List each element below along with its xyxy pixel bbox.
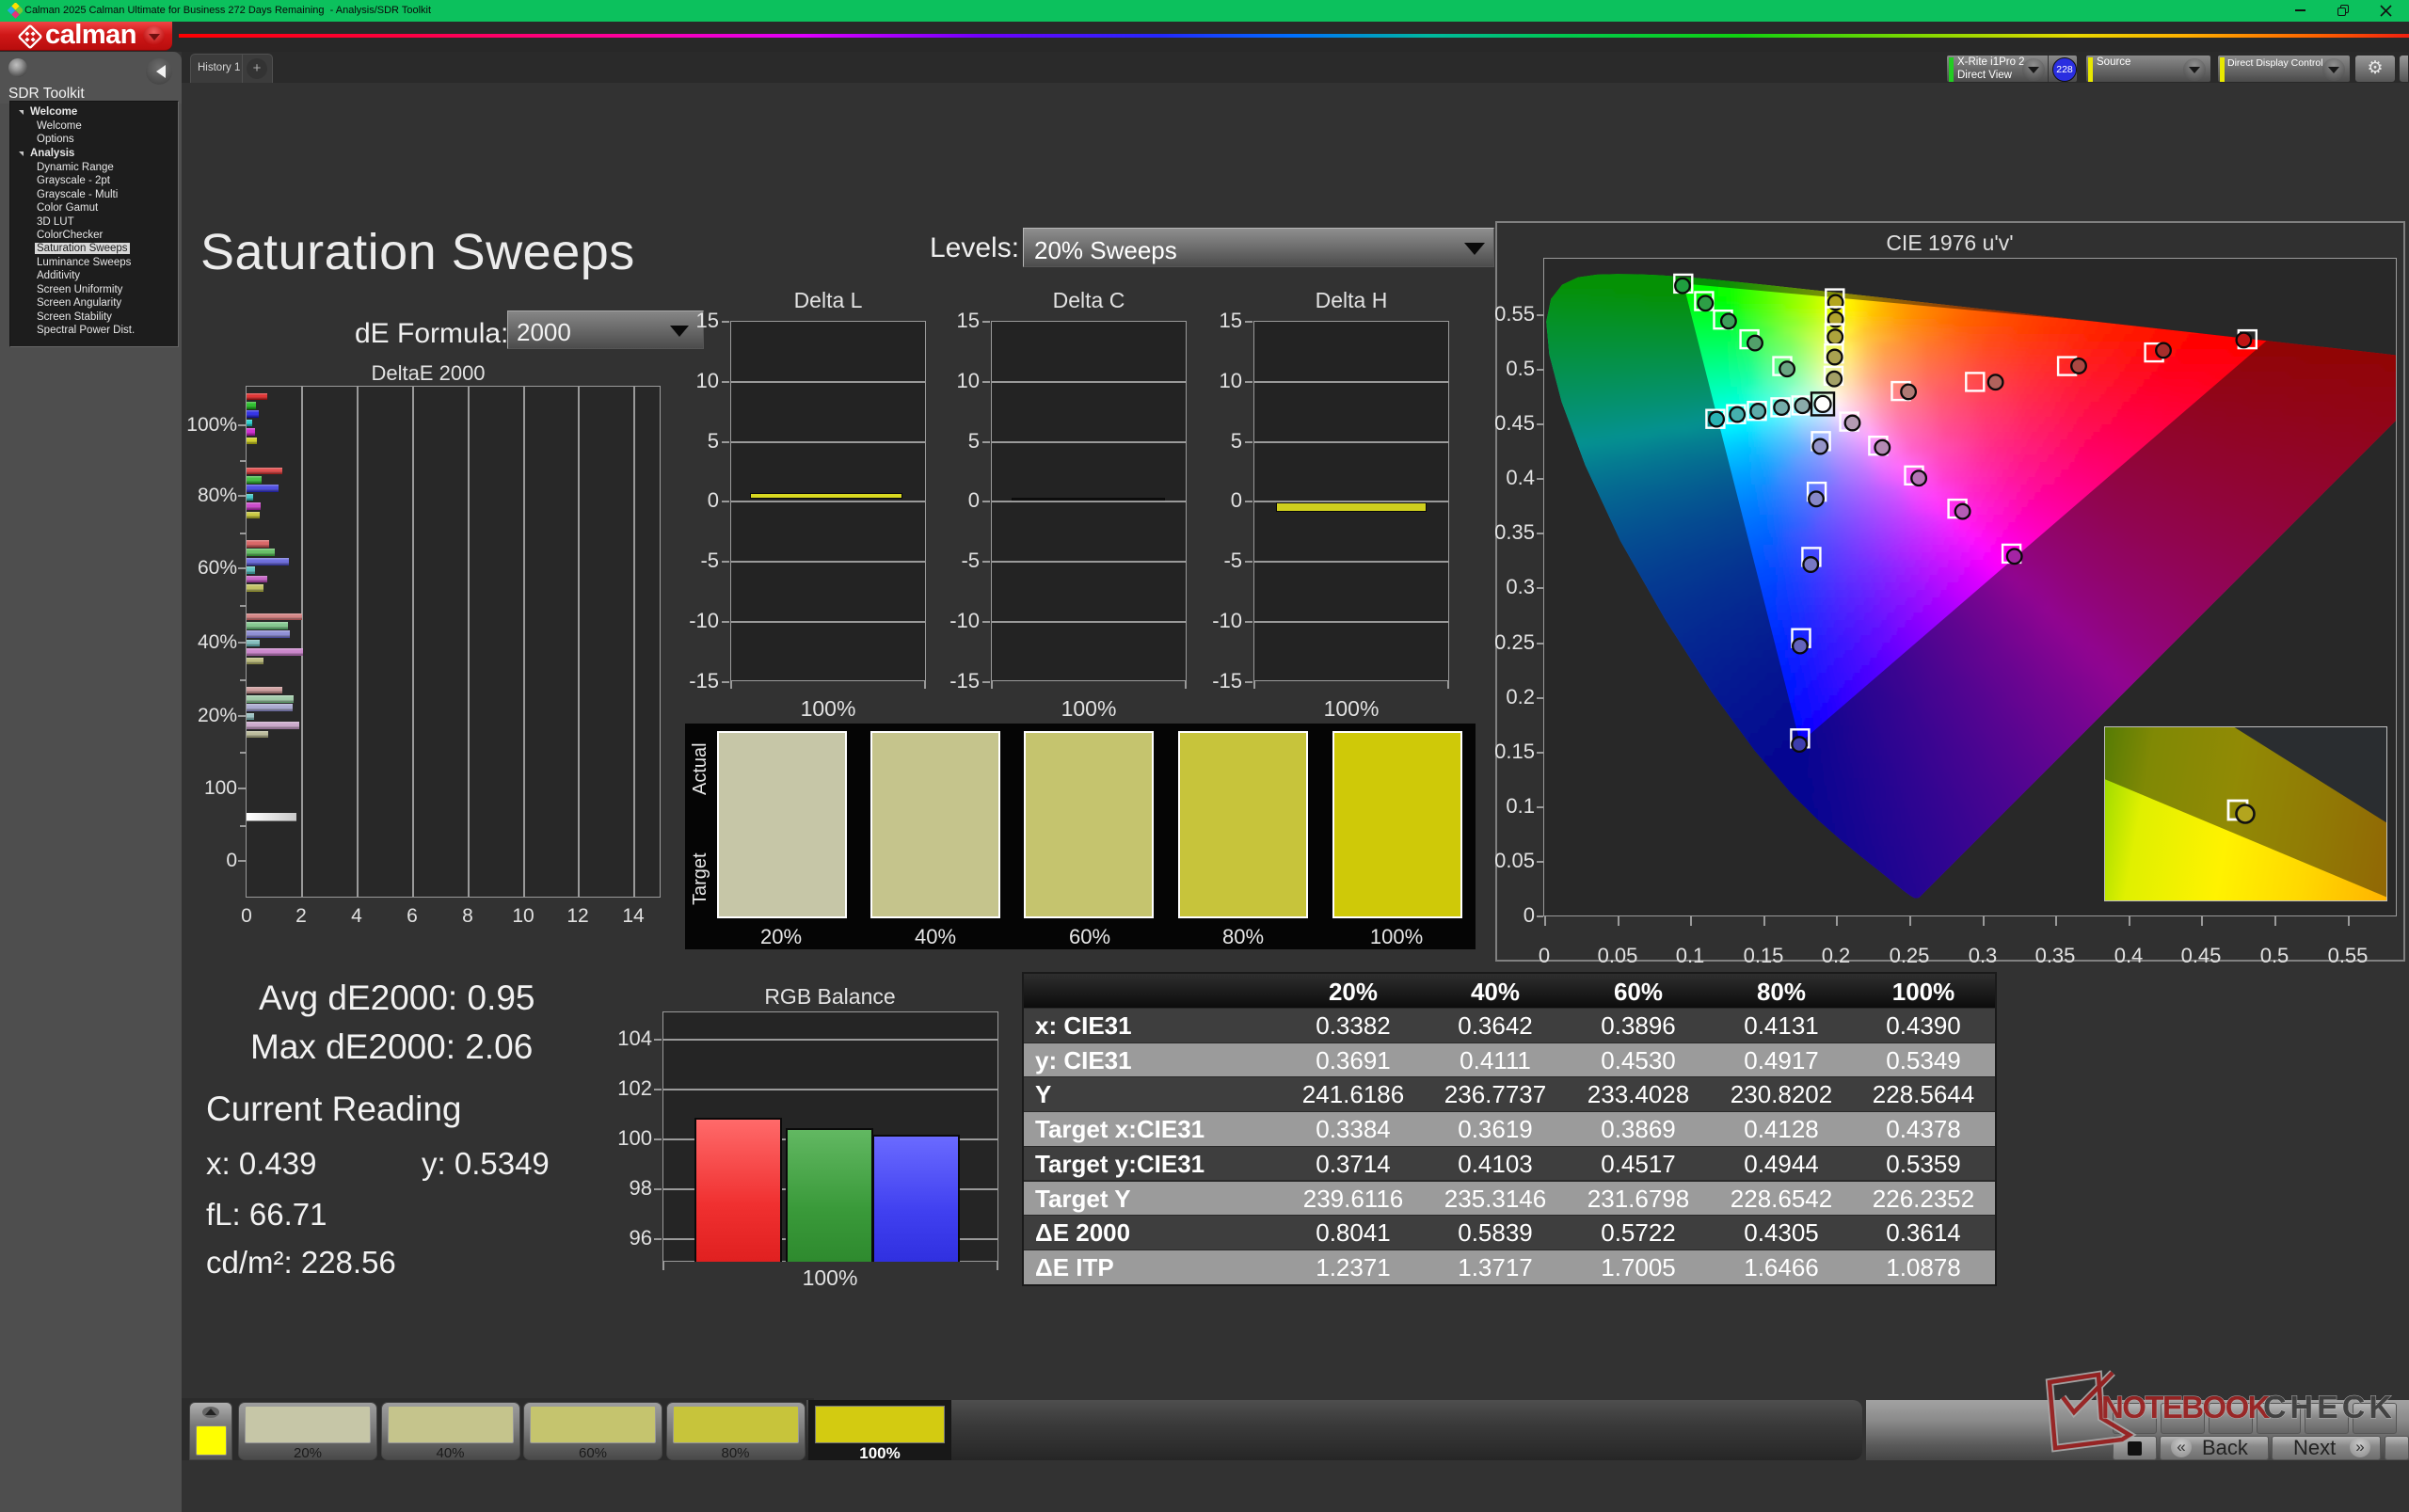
svg-text:CHECK: CHECK — [2263, 1390, 2396, 1425]
svg-text:NOTEBOOK: NOTEBOOK — [2101, 1390, 2271, 1424]
